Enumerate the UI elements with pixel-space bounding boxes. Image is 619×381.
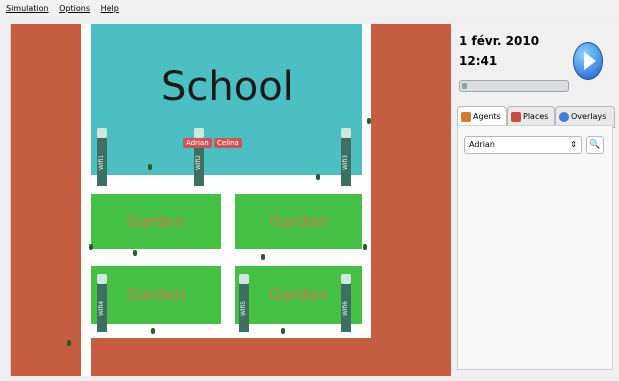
wifi-6-head bbox=[341, 274, 351, 284]
simulation-map[interactable]: School Garden Garden Garden Garden Wifi1… bbox=[10, 24, 452, 376]
side-panel: 1 févr. 2010 12:41 Agents Places Overlay… bbox=[451, 24, 619, 376]
wifi-4-head bbox=[97, 274, 107, 284]
agent-marker[interactable] bbox=[281, 328, 285, 334]
menu-help[interactable]: Help bbox=[101, 4, 119, 13]
agent-marker[interactable] bbox=[261, 254, 265, 260]
garden-label-3: Garden bbox=[126, 285, 186, 304]
time-slider[interactable] bbox=[459, 80, 569, 92]
tab-agents-label: Agents bbox=[473, 112, 501, 121]
garden-label-2: Garden bbox=[269, 212, 328, 231]
simulation-time: 12:41 bbox=[459, 54, 498, 68]
wifi-6-beacon[interactable]: Wifi6 bbox=[341, 284, 351, 332]
wifi-2-head bbox=[194, 128, 204, 138]
search-icon[interactable]: 🔍 bbox=[586, 136, 604, 154]
garden-label-4: Garden bbox=[269, 285, 328, 304]
wifi-3-beacon[interactable]: Wifi3 bbox=[341, 138, 351, 186]
simulation-date: 1 févr. 2010 bbox=[459, 34, 540, 48]
tab-places-label: Places bbox=[523, 112, 549, 121]
agent-marker[interactable] bbox=[67, 340, 71, 346]
agent-marker[interactable] bbox=[367, 118, 371, 124]
agent-select[interactable]: Adrian ⇕ bbox=[464, 136, 582, 154]
time-slider-thumb[interactable] bbox=[462, 83, 467, 89]
wifi-1-head bbox=[97, 128, 107, 138]
agent-marker[interactable] bbox=[89, 244, 93, 250]
agent-marker[interactable] bbox=[316, 174, 320, 180]
play-button[interactable] bbox=[573, 42, 603, 80]
garden-3[interactable]: Garden bbox=[91, 266, 221, 324]
garden-2[interactable]: Garden bbox=[235, 194, 362, 249]
wifi-5-head bbox=[239, 274, 249, 284]
agent-marker[interactable] bbox=[151, 328, 155, 334]
agents-tab-content: Adrian ⇕ 🔍 bbox=[457, 125, 613, 370]
agent-tag-celina[interactable]: Celina bbox=[214, 138, 242, 148]
person-icon bbox=[461, 111, 471, 122]
panel-tabs: Agents Places Overlays bbox=[457, 106, 615, 128]
garden-1[interactable]: Garden bbox=[91, 194, 221, 249]
agent-marker[interactable] bbox=[133, 250, 137, 256]
agent-marker[interactable] bbox=[363, 244, 367, 250]
wifi-4-beacon[interactable]: Wifi4 bbox=[97, 284, 107, 332]
chevron-updown-icon: ⇕ bbox=[570, 140, 577, 149]
agent-select-value: Adrian bbox=[469, 140, 495, 149]
road-bottom bbox=[91, 338, 371, 376]
road-right bbox=[371, 24, 452, 376]
wifi-3-head bbox=[341, 128, 351, 138]
wifi-5-beacon[interactable]: Wifi5 bbox=[239, 284, 249, 332]
menu-options[interactable]: Options bbox=[59, 4, 90, 13]
menu-simulation[interactable]: Simulation bbox=[6, 4, 49, 13]
agent-tag-adrian[interactable]: Adrian bbox=[183, 138, 212, 148]
globe-icon bbox=[559, 111, 569, 122]
school-label: School bbox=[161, 64, 294, 110]
wifi-1-beacon[interactable]: Wifi1 bbox=[97, 138, 107, 186]
house-icon bbox=[511, 111, 521, 122]
menu-bar: Simulation Options Help bbox=[0, 0, 619, 18]
garden-label-1: Garden bbox=[126, 212, 186, 231]
road-left bbox=[11, 24, 81, 376]
tab-overlays-label: Overlays bbox=[571, 112, 607, 121]
agent-marker[interactable] bbox=[148, 164, 152, 170]
